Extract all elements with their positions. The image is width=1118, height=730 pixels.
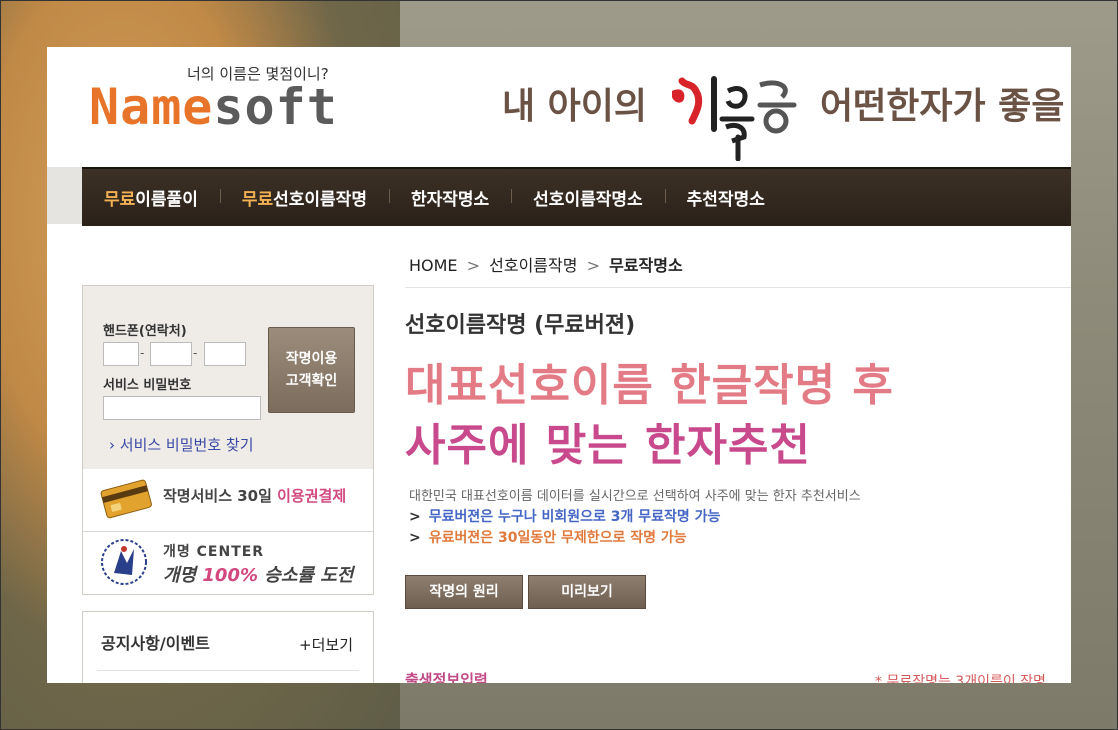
breadcrumb-divider bbox=[405, 287, 1071, 288]
nav-item-highlight: 무료 bbox=[104, 190, 136, 210]
bullet-arrow-icon: > bbox=[409, 530, 421, 546]
nav-item-hanja-naming[interactable]: 한자작명소 bbox=[388, 185, 511, 210]
main-nav: 무료이름풀이 무료선호이름작명 한자작명소 선호이름작명소 추천작명소 bbox=[82, 167, 1071, 226]
payment-text-highlight: 이용권결제 bbox=[277, 487, 347, 505]
service-password-field[interactable] bbox=[103, 396, 261, 420]
phone-dash: - bbox=[193, 346, 198, 360]
nav-item-free-preferred-naming[interactable]: 무료선호이름작명 bbox=[219, 185, 389, 210]
bullet-arrow-icon: > bbox=[409, 509, 421, 525]
breadcrumb-home[interactable]: HOME bbox=[409, 256, 458, 275]
payment-text-main: 작명서비스 30일 bbox=[163, 487, 278, 505]
paid-version-bullet: > 유료버젼은 30일동안 무제한으로 작명 가능 bbox=[409, 527, 687, 547]
logo-soft: soft bbox=[213, 78, 338, 136]
breadcrumb-separator: > bbox=[586, 256, 600, 275]
rename-sub-c: 승소률 도전 bbox=[264, 565, 354, 586]
payment-banner[interactable]: 작명서비스 30일 이용권결제 bbox=[83, 469, 373, 532]
phone-field-2[interactable] bbox=[150, 342, 192, 366]
nav-item-highlight: 무료 bbox=[241, 190, 274, 210]
confirm-button-line2: 고객확인 bbox=[285, 373, 338, 389]
rename-center-seal-icon bbox=[101, 539, 147, 585]
service-description: 대한민국 대표선호이름 데이터를 실시간으로 선택하여 사주에 맞는 한자 추천… bbox=[409, 489, 861, 504]
breadcrumb-current: 무료작명소 bbox=[609, 256, 683, 275]
preview-button[interactable]: 미리보기 bbox=[528, 575, 646, 609]
notice-box: 공지사항/이벤트 +더보기 bbox=[82, 611, 374, 683]
free-version-text: 무료버젼은 누구나 비회원으로 3개 무료작명 가능 bbox=[428, 509, 721, 525]
customer-confirm-button[interactable]: 작명이용 고객확인 bbox=[268, 327, 355, 413]
paid-version-text: 유료버젼은 30일동안 무제한으로 작명 가능 bbox=[428, 530, 687, 546]
nav-item-preferred-naming[interactable]: 선호이름작명소 bbox=[511, 185, 664, 210]
naming-principle-button[interactable]: 작명의 원리 bbox=[405, 575, 523, 609]
banner-text-left: 내 아이의 bbox=[502, 86, 648, 127]
breadcrumb-separator: > bbox=[466, 256, 481, 275]
notice-title: 공지사항/이벤트 bbox=[101, 634, 210, 653]
phone-field-1[interactable] bbox=[103, 342, 139, 366]
banner-text-right: 어떤한자가 좋을 bbox=[820, 86, 1065, 127]
phone-field-3[interactable] bbox=[204, 342, 246, 366]
hero-headline-2: 사주에 맞는 한자추천 bbox=[405, 420, 811, 471]
customer-login-box: 핸드폰(연락처) - - 서비스 비밀번호 작명이용 고객확인 › 서비스 비밀… bbox=[82, 285, 374, 471]
nav-item-label: 선호이름작명소 bbox=[533, 190, 643, 210]
web-page: 너의 이름은 몇점이니? Namesoft 내 아이의 어떤한자가 좋을 무료이… bbox=[47, 47, 1071, 683]
nav-item-recommended-naming[interactable]: 추천작명소 bbox=[664, 185, 787, 210]
free-version-bullet: > 무료버젼은 누구나 비회원으로 3개 무료작명 가능 bbox=[409, 506, 720, 526]
confirm-button-line1: 작명이용 bbox=[285, 351, 338, 367]
phone-label: 핸드폰(연락처) bbox=[103, 324, 187, 339]
notice-more-link[interactable]: +더보기 bbox=[299, 634, 353, 655]
logo-name: Name bbox=[89, 78, 214, 136]
rename-sub-b: 100% bbox=[202, 565, 265, 586]
nav-left-strip bbox=[47, 167, 82, 224]
credit-card-icon bbox=[100, 479, 152, 519]
breadcrumb: HOME > 선호이름작명 > 무료작명소 bbox=[409, 252, 683, 276]
hero-headline-1: 대표선호이름 한글작명 후 bbox=[405, 360, 894, 411]
calligraphy-name-icon bbox=[672, 76, 797, 161]
rename-center-title: 개명 CENTER bbox=[163, 544, 265, 560]
namesoft-logo[interactable]: Namesoft bbox=[89, 77, 338, 137]
services-box: 작명서비스 30일 이용권결제 개명 CENTER 개명 100% 승소률 도전 bbox=[82, 469, 374, 595]
birth-info-section-title: 출생정보입력 bbox=[405, 671, 488, 683]
page-title: 선호이름작명 (무료버젼) bbox=[405, 313, 636, 338]
payment-text: 작명서비스 30일 이용권결제 bbox=[163, 485, 346, 506]
nav-item-label: 선호이름작명 bbox=[273, 190, 367, 210]
password-label: 서비스 비밀번호 bbox=[103, 378, 192, 393]
notice-divider bbox=[97, 670, 359, 671]
header-banner: 내 아이의 어떤한자가 좋을 bbox=[502, 71, 1071, 161]
rename-center-subtitle: 개명 100% 승소률 도전 bbox=[163, 561, 353, 587]
nav-item-label: 이름풀이 bbox=[135, 190, 198, 210]
free-naming-note: * 무료작명는 3개이름이 작명 bbox=[875, 674, 1046, 683]
nav-item-free-name-analysis[interactable]: 무료이름풀이 bbox=[82, 185, 220, 210]
find-password-link[interactable]: › 서비스 비밀번호 찾기 bbox=[109, 434, 254, 455]
breadcrumb-level1[interactable]: 선호이름작명 bbox=[489, 256, 577, 275]
nav-item-label: 추천작명소 bbox=[686, 190, 765, 210]
phone-dash: - bbox=[140, 346, 145, 360]
nav-item-label: 한자작명소 bbox=[410, 190, 490, 210]
rename-sub-a: 개명 bbox=[163, 565, 203, 586]
